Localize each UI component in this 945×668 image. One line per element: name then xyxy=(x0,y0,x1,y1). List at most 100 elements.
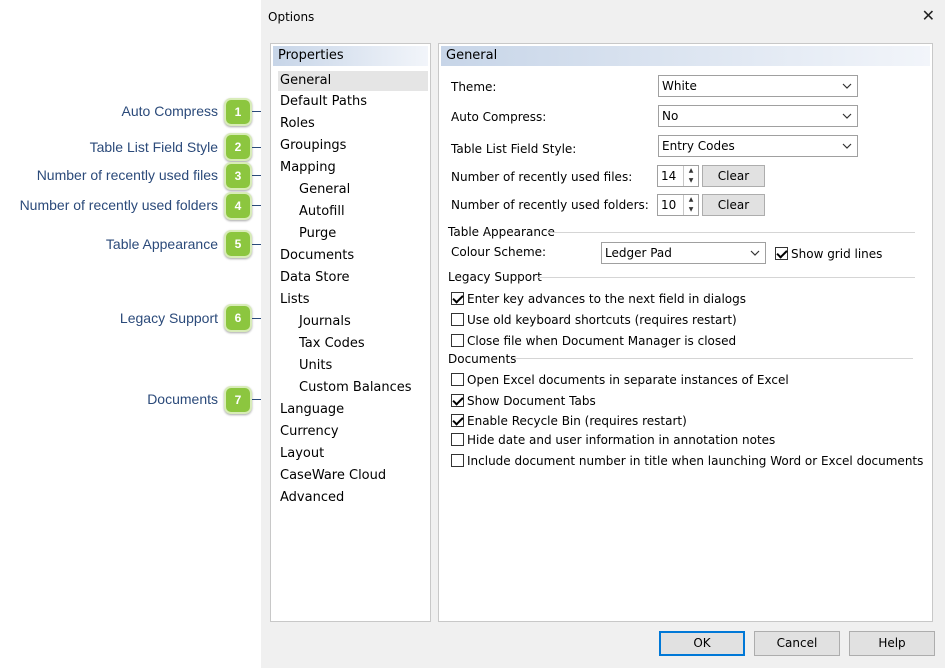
tree-item-advanced[interactable]: Advanced xyxy=(280,490,344,505)
table-list-field-style-label: Table List Field Style: xyxy=(451,142,577,156)
cancel-button[interactable]: Cancel xyxy=(754,631,840,656)
old-keyboard-shortcuts-checkbox[interactable]: Use old keyboard shortcuts (requires res… xyxy=(451,313,737,327)
recent-files-label: Number of recently used files: xyxy=(451,170,633,184)
tree-item-journals[interactable]: Journals xyxy=(299,314,351,329)
checkbox-checked-icon[interactable] xyxy=(775,247,788,260)
ok-button[interactable]: OK xyxy=(659,631,745,656)
checkbox-unchecked-icon[interactable] xyxy=(451,313,464,326)
open-excel-separate-checkbox[interactable]: Open Excel documents in separate instanc… xyxy=(451,373,789,387)
tree-item-purge[interactable]: Purge xyxy=(299,226,336,241)
checkbox-unchecked-icon[interactable] xyxy=(451,433,464,446)
show-document-tabs-label: Show Document Tabs xyxy=(467,394,596,408)
table-list-field-style-select[interactable]: Entry Codes xyxy=(658,135,858,157)
table-appearance-title: Table Appearance xyxy=(448,225,555,239)
auto-compress-select[interactable]: No xyxy=(658,105,858,127)
spin-buttons[interactable]: ▲ ▼ xyxy=(683,166,698,186)
chevron-down-icon xyxy=(750,250,760,256)
recent-folders-label: Number of recently used folders: xyxy=(451,198,649,212)
colour-scheme-label: Colour Scheme: xyxy=(451,245,547,259)
tree-item-autofill[interactable]: Autofill xyxy=(299,204,345,219)
callout-badge-6: 6 xyxy=(224,304,252,332)
spin-up-icon[interactable]: ▲ xyxy=(684,195,698,205)
checkbox-unchecked-icon[interactable] xyxy=(451,334,464,347)
callout-badge-7: 7 xyxy=(224,386,252,414)
callout-badge-5: 5 xyxy=(224,230,252,258)
tree-item-documents[interactable]: Documents xyxy=(280,248,354,263)
recent-folders-value: 10 xyxy=(661,198,677,212)
documents-divider xyxy=(513,358,913,359)
tree-item-custom-balances[interactable]: Custom Balances xyxy=(299,380,412,395)
spin-buttons[interactable]: ▲ ▼ xyxy=(683,195,698,215)
enable-recycle-bin-checkbox[interactable]: Enable Recycle Bin (requires restart) xyxy=(451,414,687,428)
general-header: General xyxy=(441,46,930,66)
theme-value: White xyxy=(662,79,697,93)
table-list-field-style-value: Entry Codes xyxy=(662,139,735,153)
show-grid-lines-label: Show grid lines xyxy=(791,247,883,261)
tree-item-units[interactable]: Units xyxy=(299,358,332,373)
colour-scheme-select[interactable]: Ledger Pad xyxy=(601,242,766,264)
tree-item-layout[interactable]: Layout xyxy=(280,446,324,461)
properties-panel: Properties General Default Paths Roles G… xyxy=(270,43,431,622)
checkbox-unchecked-icon[interactable] xyxy=(451,373,464,386)
recent-files-value: 14 xyxy=(661,169,677,183)
open-excel-separate-label: Open Excel documents in separate instanc… xyxy=(467,373,789,387)
tree-item-currency[interactable]: Currency xyxy=(280,424,339,439)
theme-select[interactable]: White xyxy=(658,75,858,97)
show-grid-lines-checkbox[interactable]: Show grid lines xyxy=(775,247,882,261)
recent-folders-stepper[interactable]: 10 ▲ ▼ xyxy=(657,194,699,216)
help-button[interactable]: Help xyxy=(849,631,935,656)
auto-compress-label: Auto Compress: xyxy=(451,110,547,124)
callout-label-legacy-support: Legacy Support xyxy=(119,310,218,326)
checkbox-unchecked-icon[interactable] xyxy=(451,454,464,467)
recent-files-stepper[interactable]: 14 ▲ ▼ xyxy=(657,165,699,187)
include-document-number-checkbox[interactable]: Include document number in title when la… xyxy=(451,454,923,468)
checkbox-checked-icon[interactable] xyxy=(451,414,464,427)
enable-recycle-bin-label: Enable Recycle Bin (requires restart) xyxy=(467,414,687,428)
tree-item-language[interactable]: Language xyxy=(280,402,344,417)
clear-recent-files-button[interactable]: Clear xyxy=(702,165,765,187)
table-appearance-divider xyxy=(547,232,915,233)
enter-key-advances-checkbox[interactable]: Enter key advances to the next field in … xyxy=(451,292,746,306)
spin-down-icon[interactable]: ▼ xyxy=(684,205,698,215)
tree-item-lists[interactable]: Lists xyxy=(280,292,310,307)
tree-item-mapping[interactable]: Mapping xyxy=(280,160,336,175)
tree-item-mapping-general[interactable]: General xyxy=(299,182,350,197)
tree-item-tax-codes[interactable]: Tax Codes xyxy=(299,336,365,351)
chevron-down-icon xyxy=(842,83,852,89)
options-dialog: Options ✕ Properties General Default Pat… xyxy=(261,0,945,668)
checkbox-checked-icon[interactable] xyxy=(451,394,464,407)
close-file-label: Close file when Document Manager is clos… xyxy=(467,334,737,348)
callout-badge-2: 2 xyxy=(224,133,252,161)
close-icon[interactable]: ✕ xyxy=(922,6,935,25)
callout-label-documents: Documents xyxy=(147,391,218,407)
include-document-number-label: Include document number in title when la… xyxy=(467,454,924,468)
tree-item-default-paths[interactable]: Default Paths xyxy=(280,94,367,109)
hide-date-user-checkbox[interactable]: Hide date and user information in annota… xyxy=(451,433,775,447)
tree-item-groupings[interactable]: Groupings xyxy=(280,138,346,153)
colour-scheme-value: Ledger Pad xyxy=(605,246,672,260)
callout-label-table-list-field-style: Table List Field Style xyxy=(89,139,218,155)
checkbox-checked-icon[interactable] xyxy=(451,292,464,305)
tree-item-caseware-cloud[interactable]: CaseWare Cloud xyxy=(280,468,386,483)
callout-label-recent-files: Number of recently used files xyxy=(36,167,218,183)
callout-label-table-appearance: Table Appearance xyxy=(105,236,218,252)
callout-badge-1: 1 xyxy=(224,98,252,126)
show-document-tabs-checkbox[interactable]: Show Document Tabs xyxy=(451,394,596,408)
tree-item-general[interactable]: General xyxy=(278,71,428,91)
legacy-support-divider xyxy=(537,277,915,278)
legacy-support-title: Legacy Support xyxy=(448,270,542,284)
theme-label: Theme: xyxy=(451,80,497,94)
dialog-title: Options xyxy=(268,10,315,24)
tree-item-data-store[interactable]: Data Store xyxy=(280,270,350,285)
documents-title: Documents xyxy=(448,352,517,366)
spin-up-icon[interactable]: ▲ xyxy=(684,166,698,176)
callout-badge-3: 3 xyxy=(224,162,252,190)
callout-label-auto-compress: Auto Compress xyxy=(121,103,218,119)
auto-compress-value: No xyxy=(662,109,679,123)
tree-item-roles[interactable]: Roles xyxy=(280,116,315,131)
spin-down-icon[interactable]: ▼ xyxy=(684,176,698,186)
properties-header: Properties xyxy=(273,46,428,66)
close-file-checkbox[interactable]: Close file when Document Manager is clos… xyxy=(451,334,736,348)
general-panel: General Theme: White Auto Compress: No T… xyxy=(438,43,933,622)
clear-recent-folders-button[interactable]: Clear xyxy=(702,194,765,216)
